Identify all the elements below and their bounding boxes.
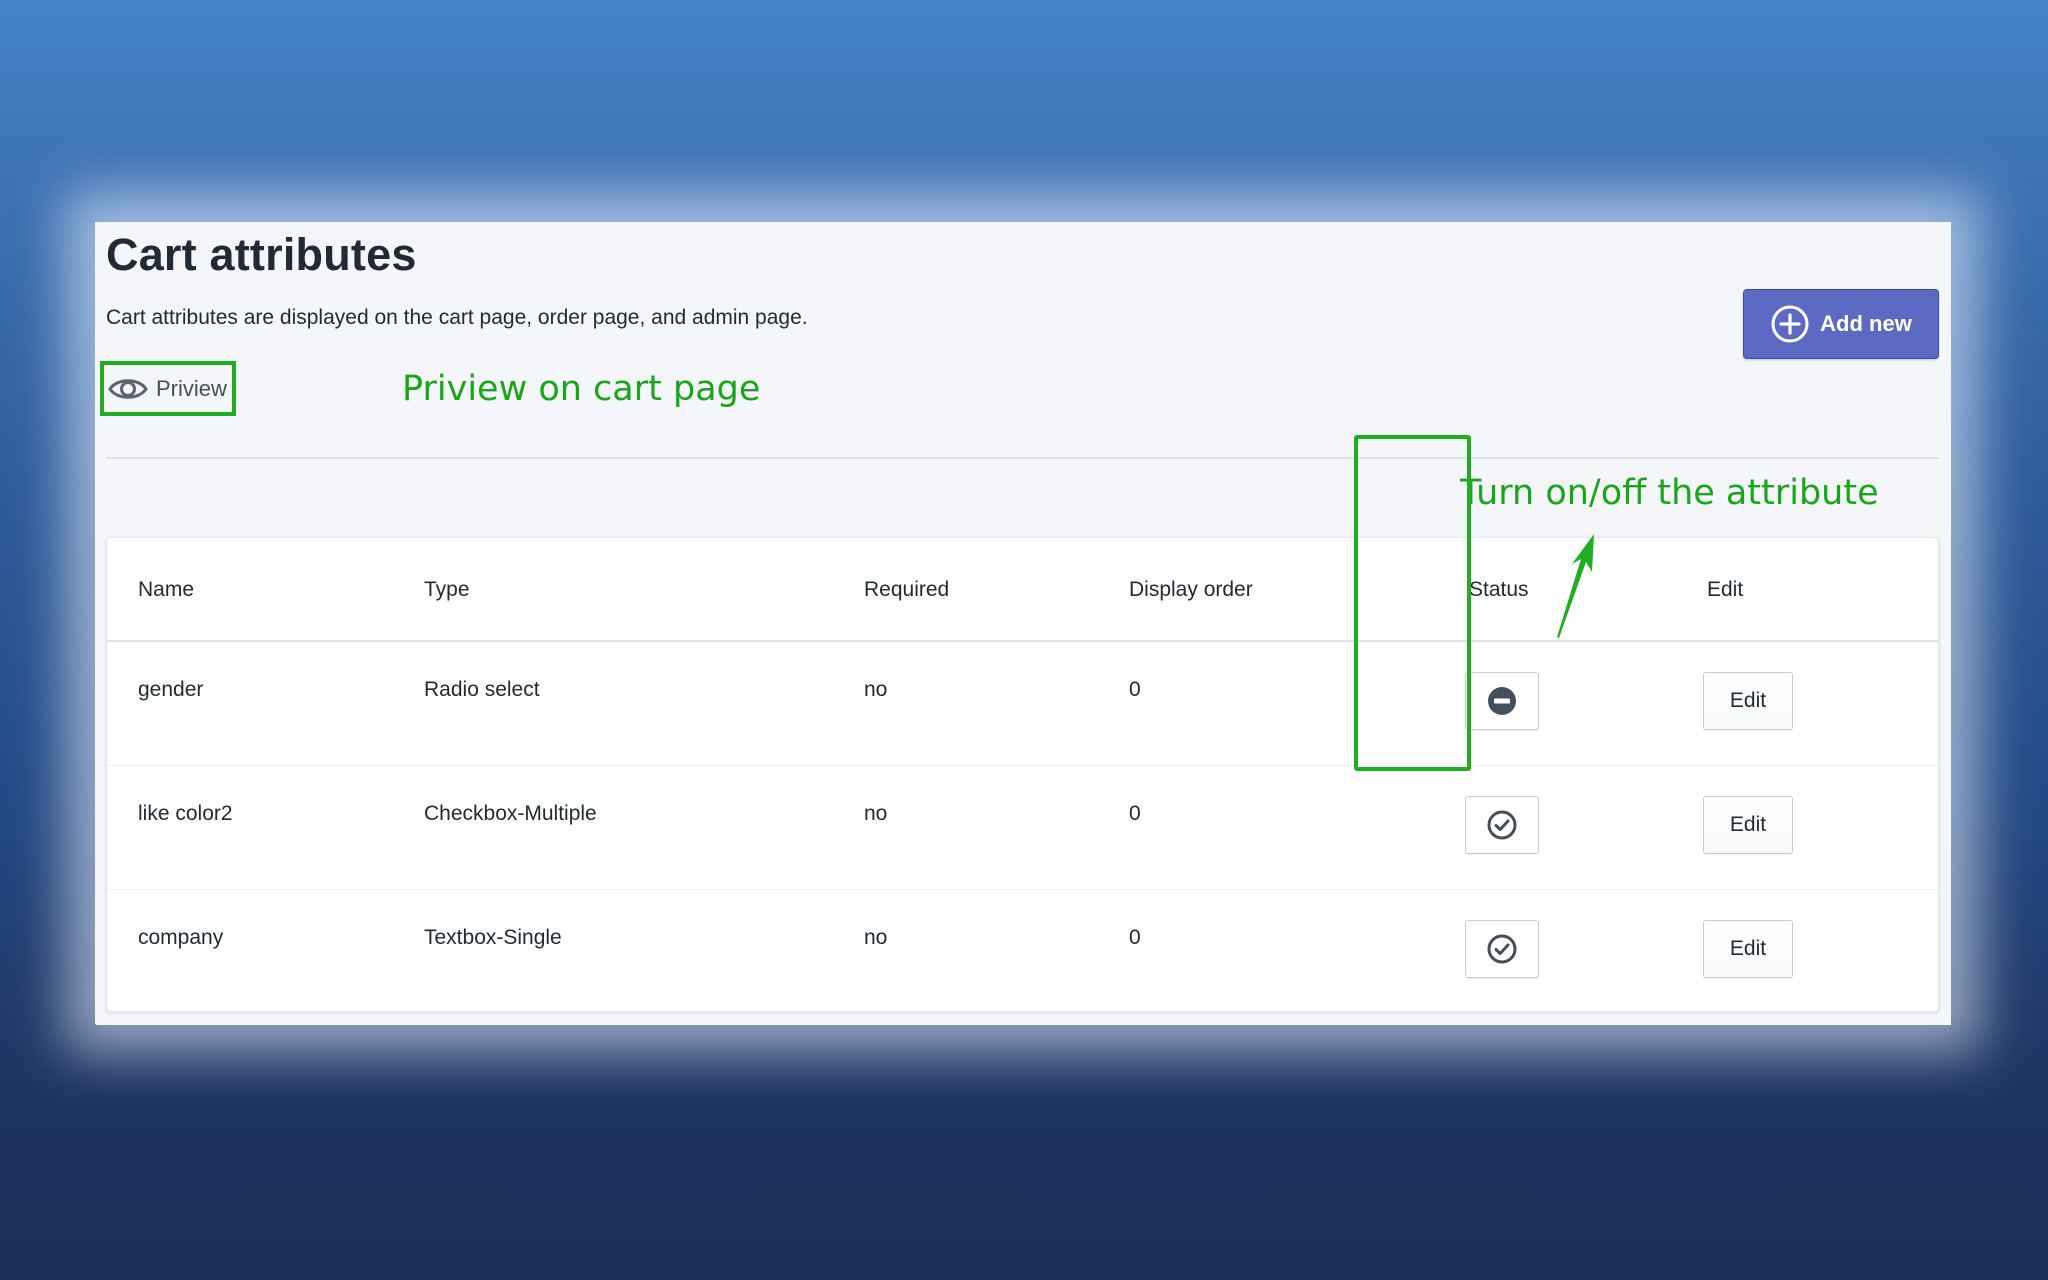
status-toggle-button[interactable] [1465, 920, 1539, 978]
add-new-button[interactable]: Add new [1743, 289, 1939, 359]
cell-required: no [864, 926, 888, 949]
table-row: company Textbox-Single no 0 Edit [107, 890, 1938, 1014]
check-circle-icon [1487, 810, 1517, 840]
preview-annotation: Priview on cart page [402, 369, 761, 409]
table-row: gender Radio select no 0 Edit [107, 642, 1938, 766]
table-row: like color2 Checkbox-Multiple no 0 Edit [107, 766, 1938, 890]
cell-required: no [864, 678, 888, 701]
status-toggle-button[interactable] [1465, 796, 1539, 854]
cell-type: Radio select [424, 678, 540, 701]
cell-name: gender [138, 678, 204, 701]
cell-type: Textbox-Single [424, 926, 562, 949]
column-header-type: Type [424, 578, 470, 601]
page-title: Cart attributes [106, 229, 417, 280]
header-divider [106, 457, 1939, 459]
cell-display-order: 0 [1129, 678, 1141, 701]
column-header-status: Status [1469, 578, 1529, 601]
edit-button[interactable]: Edit [1703, 920, 1793, 978]
eye-icon [108, 378, 148, 399]
table-header: Name Type Required Display order Status … [107, 538, 1938, 642]
preview-button[interactable]: Priview [100, 361, 236, 416]
minus-circle-icon [1488, 687, 1516, 715]
plus-circle-icon [1771, 305, 1809, 343]
cell-name: company [138, 926, 224, 949]
cell-name: like color2 [138, 802, 233, 825]
cell-display-order: 0 [1129, 926, 1141, 949]
column-header-name: Name [138, 578, 195, 601]
status-annotation: Turn on/off the attribute [1460, 473, 1879, 513]
cell-required: no [864, 802, 888, 825]
edit-button[interactable]: Edit [1703, 796, 1793, 854]
page-description: Cart attributes are displayed on the car… [106, 306, 808, 329]
check-circle-icon [1487, 934, 1517, 964]
cell-type: Checkbox-Multiple [424, 802, 597, 825]
add-new-label: Add new [1820, 311, 1912, 336]
status-toggle-button[interactable] [1465, 672, 1539, 730]
column-header-edit: Edit [1707, 578, 1744, 601]
attributes-table: Name Type Required Display order Status … [106, 537, 1939, 1012]
edit-button[interactable]: Edit [1703, 672, 1793, 730]
column-header-required: Required [864, 578, 950, 601]
column-header-display-order: Display order [1129, 578, 1253, 601]
cell-display-order: 0 [1129, 802, 1141, 825]
cart-attributes-panel: Cart attributes Cart attributes are disp… [96, 223, 1951, 1025]
preview-label: Priview [156, 375, 227, 401]
